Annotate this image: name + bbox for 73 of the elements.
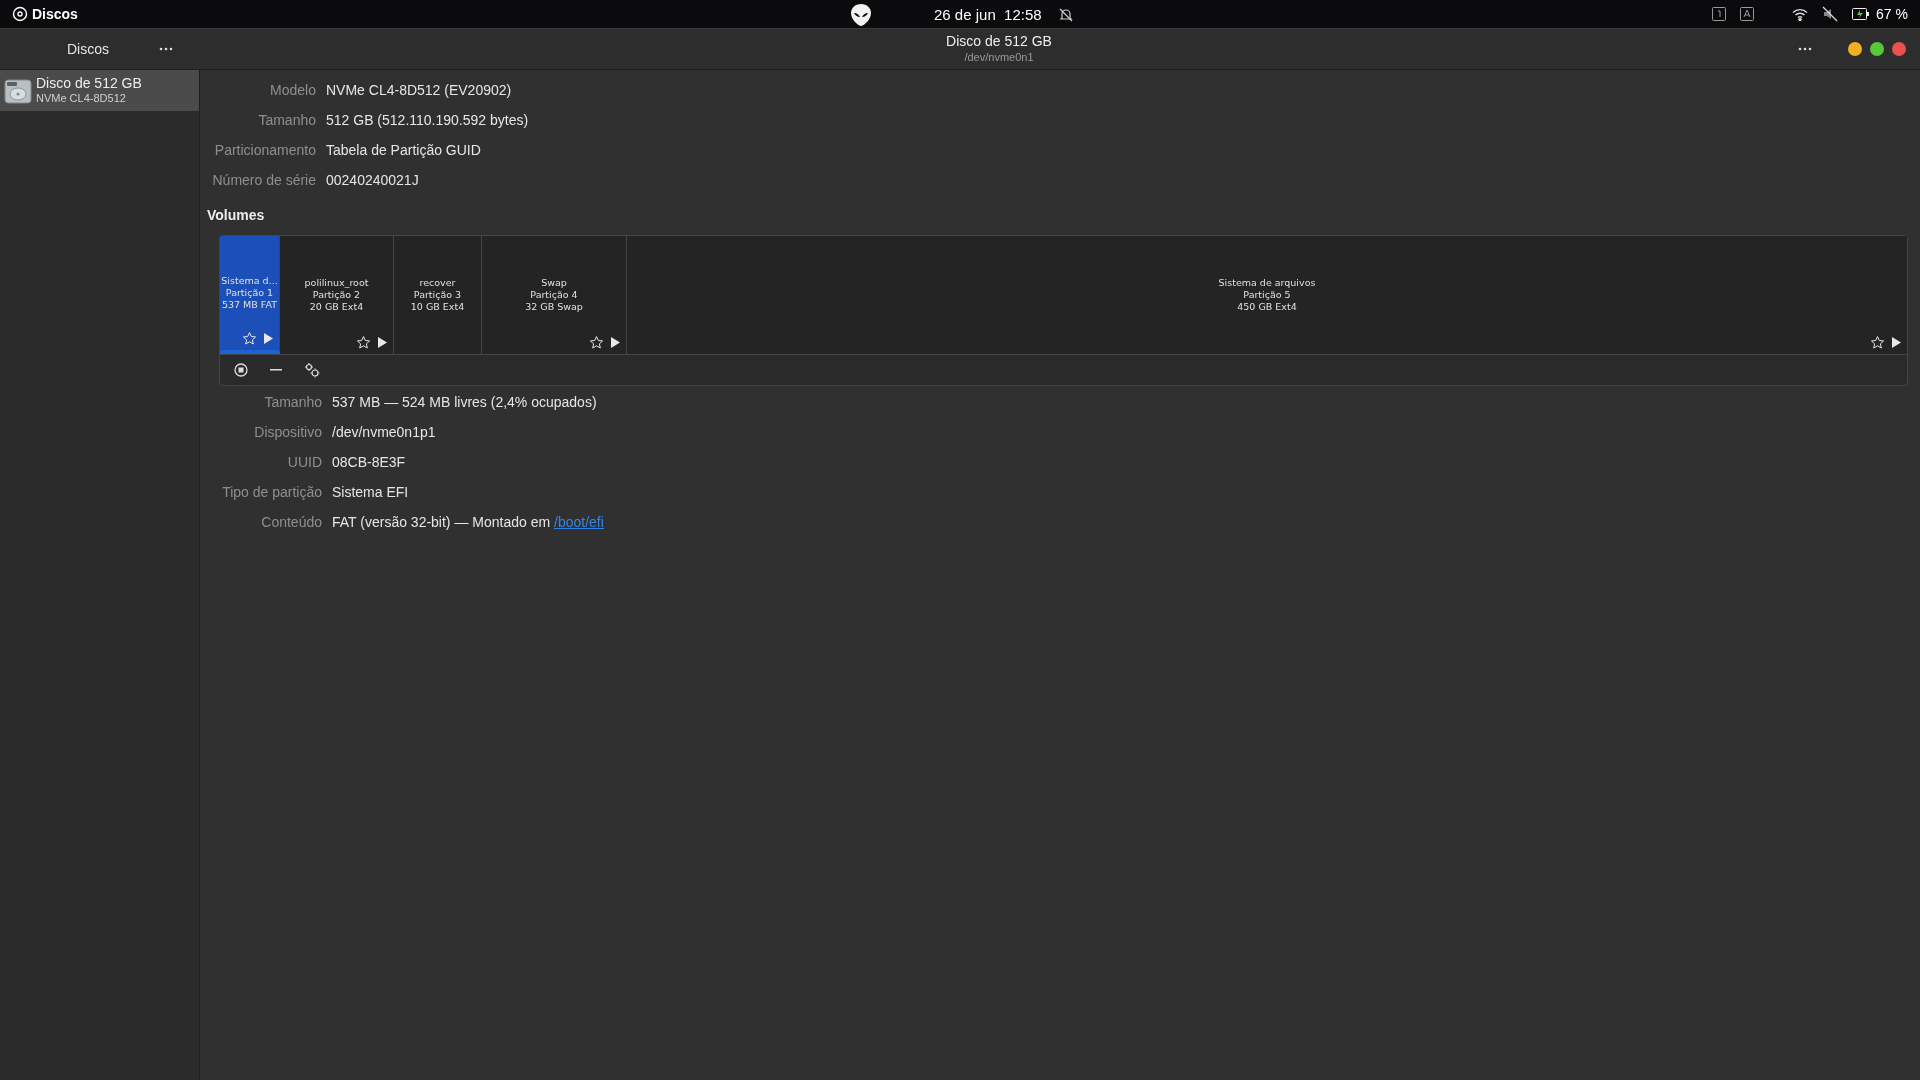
- clock[interactable]: 26 de jun 12:58: [934, 3, 1042, 27]
- partition-label: Swap: [541, 277, 567, 289]
- field-value: 512 GB (512.110.190.592 bytes): [326, 111, 529, 130]
- disk-name: Disco de 512 GB: [36, 74, 142, 93]
- field-value: NVMe CL4-8D512 (EV20902): [326, 81, 512, 100]
- star-icon[interactable]: [589, 335, 604, 350]
- field-label: Número de série: [212, 171, 317, 190]
- field-label: Dispositivo: [254, 423, 323, 442]
- minimize-button[interactable]: [1848, 42, 1862, 56]
- field-value: Sistema EFI: [332, 483, 409, 502]
- partition-segment[interactable]: polilinux_root Partição 2 20 GB Ext4: [280, 236, 394, 354]
- field-value: Tabela de Partição GUID: [326, 141, 481, 160]
- field-label: Tamanho: [258, 111, 317, 130]
- bell-muted-icon[interactable]: [1057, 7, 1074, 23]
- field-value: 00240240021J: [326, 171, 419, 190]
- disk-model: NVMe CL4-8D512: [36, 92, 127, 107]
- workspace-icon[interactable]: [1712, 7, 1727, 21]
- star-icon[interactable]: [1870, 335, 1885, 350]
- partition-segment[interactable]: recover Partição 3 10 GB Ext4: [394, 236, 482, 354]
- field-label: Tamanho: [264, 393, 323, 412]
- volumes-heading: Volumes: [207, 206, 266, 225]
- partition-label: polilinux_root: [304, 277, 369, 289]
- field-label: UUID: [287, 453, 323, 472]
- speaker-muted-icon[interactable]: [1822, 6, 1839, 22]
- play-icon[interactable]: [264, 333, 273, 344]
- wifi-icon[interactable]: [1792, 7, 1809, 21]
- play-icon[interactable]: [378, 337, 387, 348]
- partition-label: Partição 4: [530, 289, 578, 301]
- window-title: Disco de 512 GB: [946, 33, 1052, 51]
- partition-label: Partição 5: [1243, 289, 1291, 301]
- alien-head-icon[interactable]: [850, 3, 872, 27]
- partition-segment[interactable]: Swap Partição 4 32 GB Swap: [482, 236, 627, 354]
- partition-label: 450 GB Ext4: [1237, 301, 1297, 313]
- partition-label: Partição 2: [312, 289, 361, 301]
- partition-segment[interactable]: Sistema de arquivos Partição 5 450 GB Ext4: [627, 236, 1907, 354]
- field-label: Conteúdo: [261, 513, 323, 532]
- field-label: Modelo: [270, 81, 317, 100]
- star-icon[interactable]: [242, 331, 257, 346]
- close-button[interactable]: [1892, 42, 1906, 56]
- disc-icon: [12, 6, 28, 22]
- partition-segment[interactable]: Sistema d... Partição 1 537 MB FAT: [220, 236, 280, 354]
- minus-icon[interactable]: [270, 369, 282, 371]
- star-icon[interactable]: [356, 335, 371, 350]
- partition-label: Sistema de arquivos: [1218, 277, 1316, 289]
- maximize-button[interactable]: [1870, 42, 1884, 56]
- field-label: Particionamento: [214, 141, 317, 160]
- keyboard-layout-icon[interactable]: [1740, 7, 1755, 21]
- partition-label: recover: [419, 277, 456, 289]
- sidebar-title: Discos: [67, 39, 109, 59]
- partition-label: 32 GB Swap: [525, 301, 583, 313]
- partition-label: 537 MB FAT: [221, 299, 277, 311]
- play-icon[interactable]: [1892, 337, 1901, 348]
- field-value: 537 MB — 524 MB livres (2,4% ocupados): [332, 393, 597, 412]
- more-icon[interactable]: [159, 47, 173, 51]
- play-icon[interactable]: [611, 337, 620, 348]
- partition-label: 20 GB Ext4: [309, 301, 364, 313]
- more-icon[interactable]: [1798, 47, 1812, 51]
- gears-icon[interactable]: [304, 362, 320, 378]
- partition-label: 10 GB Ext4: [410, 301, 465, 313]
- field-value: /dev/nvme0n1p1: [332, 423, 436, 442]
- window-subtitle: /dev/nvme0n1: [964, 50, 1034, 65]
- field-value: FAT (versão 32-bit) — Montado em /boot/efi: [332, 513, 604, 532]
- partition-label: Sistema d...: [221, 275, 278, 287]
- field-value: 08CB-8E3F: [332, 453, 406, 472]
- battery-charging-icon[interactable]: [1852, 8, 1871, 20]
- stop-icon[interactable]: [234, 363, 248, 377]
- app-name[interactable]: Discos: [32, 3, 78, 25]
- partition-label: Partição 1: [225, 287, 274, 299]
- mount-path-link[interactable]: /boot/efi: [554, 514, 604, 530]
- partition-label: Partição 3: [413, 289, 462, 301]
- field-label: Tipo de partição: [222, 483, 323, 502]
- disk-list-item[interactable]: Disco de 512 GB NVMe CL4-8D512: [0, 70, 199, 111]
- battery-percent[interactable]: 67 %: [1876, 3, 1908, 25]
